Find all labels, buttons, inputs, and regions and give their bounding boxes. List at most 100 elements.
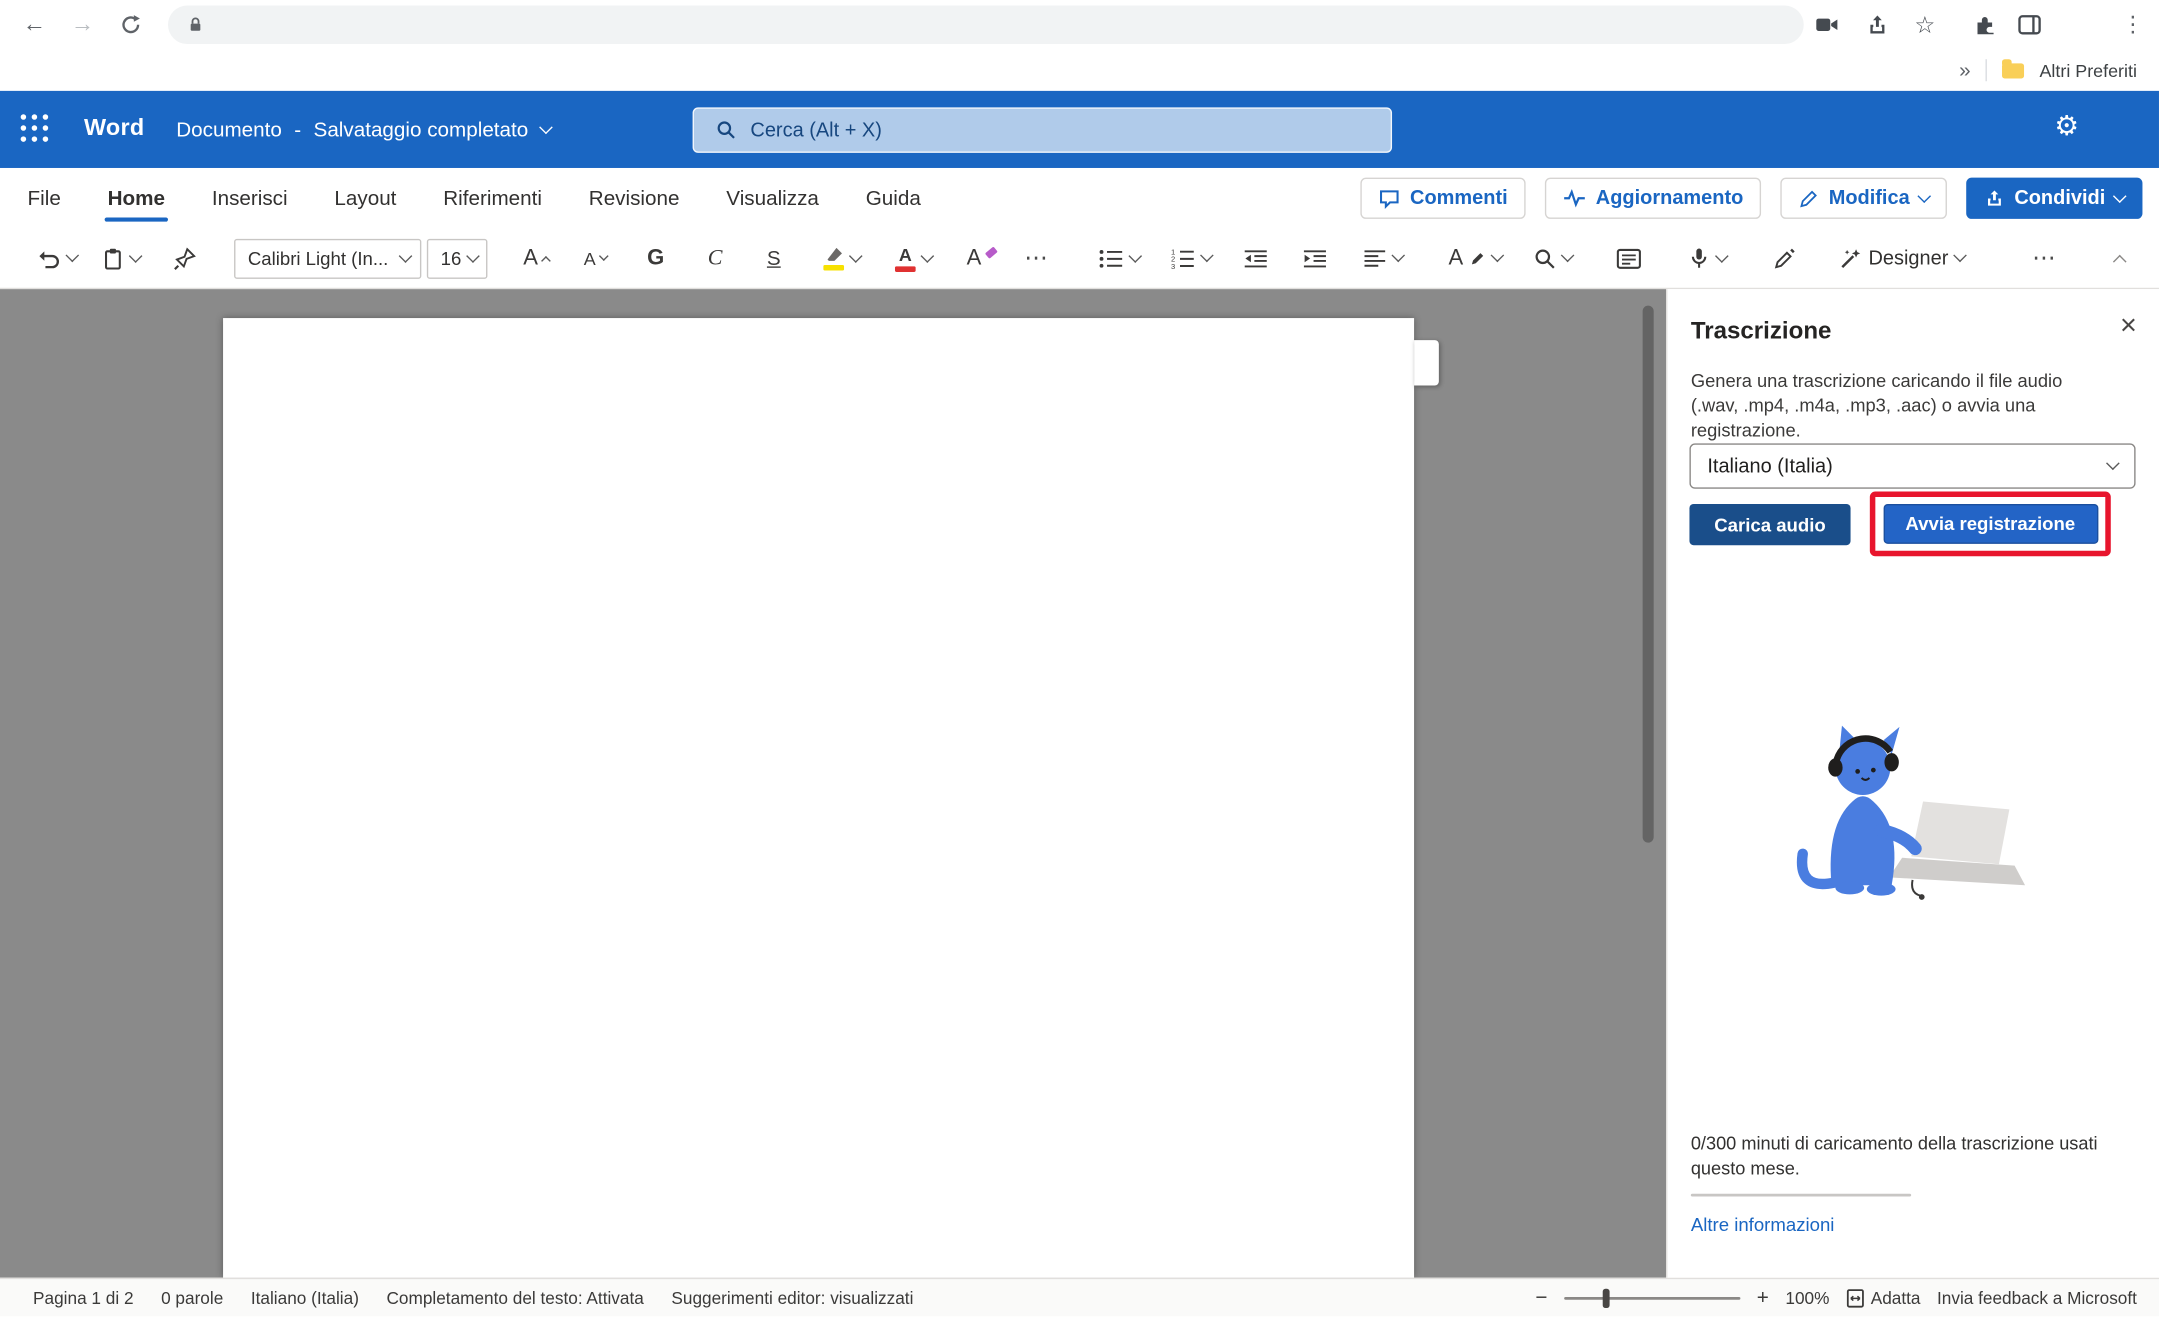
text-completion-status[interactable]: Completamento del testo: Attivata [386, 1288, 643, 1307]
app-name[interactable]: Word [84, 114, 144, 142]
bookmarks-overflow-button[interactable]: » [1959, 59, 1970, 82]
zoom-in-button[interactable]: + [1757, 1286, 1769, 1309]
numbered-list-button[interactable]: 123 [1170, 247, 1211, 269]
zoom-level[interactable]: 100% [1785, 1288, 1829, 1307]
font-name-select[interactable]: Calibri Light (In... [234, 238, 421, 278]
tab-layout[interactable]: Layout [334, 168, 396, 229]
bookmark-star-button[interactable]: ☆ [1910, 10, 1940, 40]
browser-menu-button[interactable]: ⋮ [2118, 10, 2148, 40]
ellipsis-icon: ⋯ [2032, 244, 2057, 272]
word-count[interactable]: 0 parole [161, 1288, 223, 1307]
reload-button[interactable] [113, 7, 149, 43]
comments-button[interactable]: Commenti [1360, 178, 1525, 219]
start-recording-button[interactable]: Avvia registrazione [1883, 504, 2098, 544]
tab-visualizza[interactable]: Visualizza [726, 168, 819, 229]
designer-button[interactable]: Designer [1840, 247, 1965, 269]
chevron-down-icon [921, 249, 935, 263]
underline-button[interactable]: S [767, 248, 781, 269]
chevron-up-icon [2113, 254, 2127, 268]
bullet-list-button[interactable] [1099, 248, 1140, 269]
document-canvas [0, 289, 1666, 1278]
undo-button[interactable] [36, 247, 77, 269]
side-panel-button[interactable] [2014, 10, 2044, 40]
tab-guida[interactable]: Guida [866, 168, 921, 229]
paste-button[interactable] [102, 246, 141, 269]
font-name-value: Calibri Light (In... [248, 248, 389, 269]
address-bar[interactable] [168, 6, 1804, 45]
tab-home[interactable]: Home [108, 168, 165, 229]
tab-riferimenti[interactable]: Riferimenti [443, 168, 542, 229]
share-document-button[interactable]: Condividi [1966, 178, 2142, 219]
format-painter-button[interactable] [173, 246, 196, 269]
font-size-value: 16 [441, 248, 462, 269]
panel-description: Genera una trascrizione caricando il fil… [1691, 369, 2107, 443]
clear-formatting-button[interactable]: A [967, 247, 997, 269]
upload-audio-button[interactable]: Carica audio [1689, 504, 1850, 545]
collapse-ribbon-button[interactable] [2115, 251, 2125, 266]
increase-indent-button[interactable] [1303, 249, 1328, 268]
extensions-button[interactable] [1969, 10, 1999, 40]
highlight-color-button[interactable] [823, 246, 860, 269]
grow-font-letter: A [523, 247, 538, 269]
italic-button[interactable]: C [708, 247, 723, 269]
back-button[interactable]: ← [17, 7, 53, 43]
language-select[interactable]: Italiano (Italia) [1689, 443, 2135, 488]
bold-button[interactable]: G [647, 247, 664, 269]
document-title[interactable]: Documento [176, 118, 282, 141]
chevron-down-icon [466, 249, 480, 263]
lock-icon [186, 15, 205, 34]
search-input[interactable] [750, 119, 1390, 141]
other-bookmarks-button[interactable]: Altri Preferiti [2039, 60, 2136, 81]
document-language[interactable]: Italiano (Italia) [251, 1288, 359, 1307]
alignment-button[interactable] [1363, 249, 1403, 268]
page-count[interactable]: Pagina 1 di 2 [33, 1288, 133, 1307]
settings-gear-button[interactable]: ⚙ [2054, 113, 2079, 141]
decrease-indent-icon [1243, 249, 1268, 268]
zoom-slider-thumb[interactable] [1603, 1288, 1610, 1307]
styles-button[interactable]: A [1448, 247, 1501, 269]
designer-wand-icon [1840, 247, 1862, 269]
panel-title: Trascrizione [1691, 317, 1832, 346]
forward-button[interactable]: → [65, 7, 101, 43]
catch-up-button[interactable]: Aggiornamento [1545, 178, 1761, 219]
edit-mode-button[interactable]: Modifica [1781, 178, 1947, 219]
dictate-button[interactable] [1688, 246, 1727, 269]
editor-button[interactable] [1773, 247, 1796, 269]
more-info-link[interactable]: Altre informazioni [1691, 1214, 1835, 1235]
font-color-button[interactable]: A [895, 245, 932, 271]
font-color-icon: A [895, 245, 916, 271]
find-button[interactable] [1534, 247, 1573, 269]
decrease-indent-button[interactable] [1243, 249, 1268, 268]
save-status[interactable]: Salvataggio completato [314, 118, 529, 141]
search-box[interactable] [693, 107, 1392, 152]
clear-format-letter: A [967, 247, 982, 269]
ribbon-tab-bar: File Home Inserisci Layout Riferimenti R… [0, 168, 2159, 229]
feedback-link[interactable]: Invia feedback a Microsoft [1937, 1288, 2137, 1307]
font-size-select[interactable]: 16 [427, 238, 488, 278]
more-font-options-button[interactable]: ⋯ [1024, 244, 1049, 272]
tab-revisione[interactable]: Revisione [589, 168, 680, 229]
grow-font-button[interactable]: A [523, 247, 549, 269]
fit-page-button[interactable]: Adatta [1846, 1288, 1921, 1307]
more-commands-button[interactable]: ⋯ [2032, 244, 2057, 272]
chevron-down-icon [2106, 457, 2120, 471]
share-icon [1865, 13, 1888, 36]
pulse-icon [1563, 189, 1586, 208]
chevron-down-icon [129, 249, 143, 263]
bookmarks-bar: » Altri Preferiti [0, 50, 2159, 91]
editor-suggestions-status[interactable]: Suggerimenti editor: visualizzati [671, 1288, 913, 1307]
bullet-list-icon [1099, 248, 1124, 269]
app-launcher-button[interactable] [21, 114, 49, 142]
zoom-slider[interactable] [1564, 1296, 1740, 1299]
shrink-font-button[interactable]: A [584, 249, 607, 267]
camera-button[interactable] [1812, 10, 1842, 40]
share-button[interactable] [1862, 10, 1892, 40]
tab-file[interactable]: File [28, 168, 61, 229]
immersive-reader-button[interactable] [1616, 247, 1641, 269]
tab-inserisci[interactable]: Inserisci [212, 168, 288, 229]
zoom-out-button[interactable]: − [1535, 1286, 1547, 1309]
close-panel-button[interactable]: × [2120, 311, 2137, 340]
document-page[interactable] [223, 318, 1414, 1278]
vertical-scrollbar[interactable] [1643, 306, 1654, 843]
comment-rail-button[interactable] [1414, 340, 1439, 385]
